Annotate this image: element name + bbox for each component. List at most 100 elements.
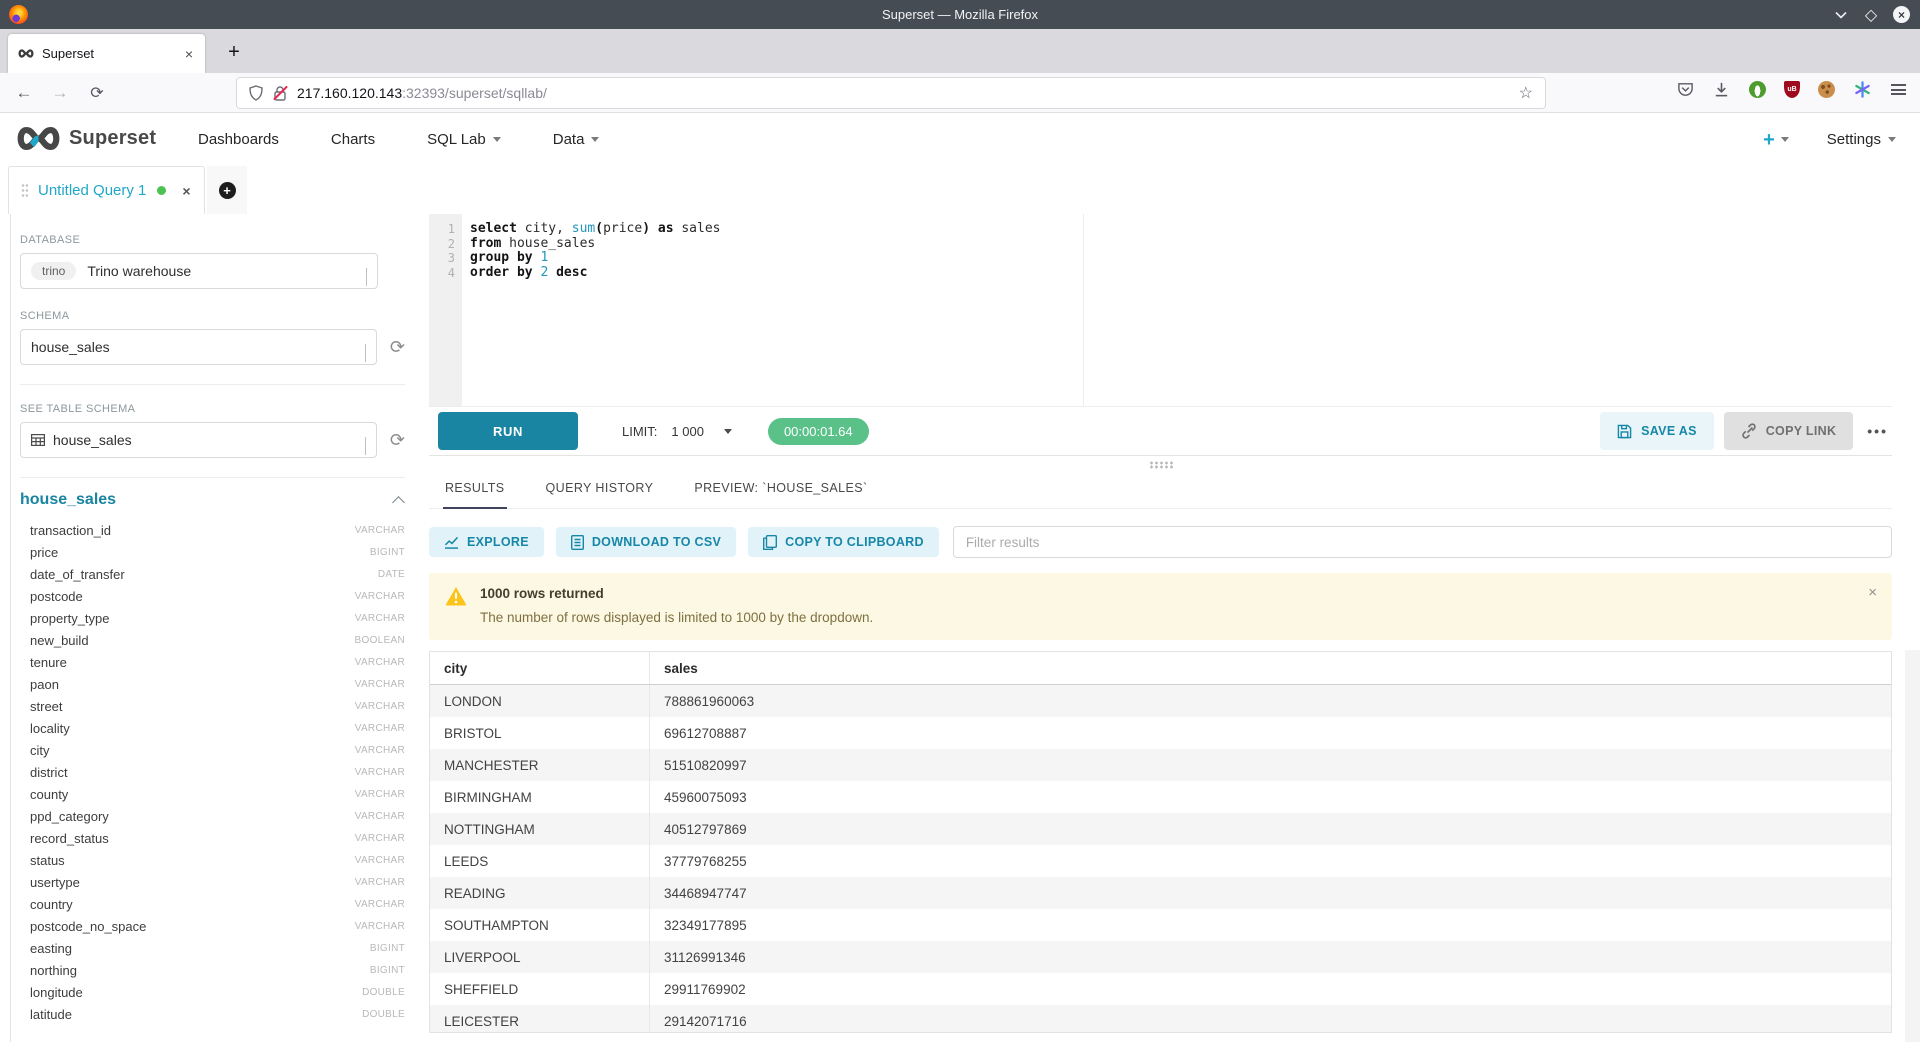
browser-tab[interactable]: Superset × [8, 34, 205, 73]
column-type: DOUBLE [362, 1009, 405, 1020]
copy-link-button[interactable]: COPY LINK [1724, 412, 1854, 450]
table-select[interactable]: house_sales [20, 422, 377, 458]
query-tab-close-icon[interactable]: × [182, 183, 190, 199]
new-tab-button[interactable]: + [219, 37, 249, 67]
query-tab-title: Untitled Query 1 [38, 182, 146, 199]
column-name: price [30, 545, 58, 560]
alert-title: 1000 rows returned [480, 586, 873, 601]
column-type: VARCHAR [355, 745, 405, 756]
line-number: 1 [429, 222, 455, 237]
explore-button[interactable]: EXPLORE [429, 527, 544, 557]
results-scrollbar[interactable] [1905, 650, 1920, 1042]
filter-results-input[interactable] [953, 526, 1892, 558]
shield-icon[interactable] [249, 85, 263, 101]
extension-asterisk-icon[interactable] [1853, 80, 1872, 99]
column-name: new_build [30, 633, 89, 648]
browser-tab-title: Superset [42, 46, 183, 61]
back-button[interactable]: ← [11, 80, 37, 106]
copy-to-clipboard-button[interactable]: COPY TO CLIPBOARD [748, 527, 939, 557]
downloads-icon[interactable] [1712, 80, 1731, 99]
column-header-city[interactable]: city [430, 652, 650, 684]
table-row: READING34468947747 [430, 877, 1891, 909]
forward-button[interactable]: → [47, 80, 73, 106]
insecure-lock-icon[interactable] [273, 85, 287, 101]
code-line: order by 2 desc [470, 266, 1892, 281]
print-margin [1083, 214, 1084, 406]
privacy-badger-icon[interactable] [1748, 80, 1767, 99]
drag-handle-icon[interactable] [21, 183, 28, 198]
column-name: northing [30, 963, 77, 978]
database-label: DATABASE [20, 234, 405, 246]
table-cell: 45960075093 [650, 781, 1891, 813]
column-row: eastingBIGINT [20, 937, 405, 959]
collapse-chevron-icon[interactable] [392, 496, 405, 509]
run-button[interactable]: RUN [438, 412, 578, 450]
column-header-sales[interactable]: sales [650, 652, 1891, 684]
column-name: property_type [30, 611, 110, 626]
bookmark-star-icon[interactable]: ☆ [1519, 83, 1533, 103]
settings-menu[interactable]: Settings [1827, 131, 1896, 148]
add-query-tab[interactable]: + [207, 166, 247, 214]
nav-data[interactable]: Data [553, 131, 600, 148]
url-bar[interactable]: 217.160.120.143:32393/superset/sqllab/ ☆ [237, 78, 1545, 108]
add-query-icon[interactable]: + [219, 182, 236, 199]
pane-divider[interactable] [429, 456, 1892, 473]
tab-preview[interactable]: PREVIEW: `HOUSE_SALES` [692, 473, 869, 508]
nav-sql-lab[interactable]: SQL Lab [427, 131, 501, 148]
table-cell: 34468947747 [650, 877, 1891, 909]
window-minimize-icon[interactable] [1833, 7, 1849, 23]
menu-hamburger-icon[interactable] [1889, 80, 1908, 99]
line-number: 2 [429, 237, 455, 252]
column-name: tenure [30, 655, 67, 670]
table-name-heading[interactable]: house_sales [20, 491, 116, 509]
editor-code[interactable]: select city, sum(price) as salesfrom hou… [462, 214, 1892, 406]
table-cell: 40512797869 [650, 813, 1891, 845]
query-tab[interactable]: Untitled Query 1 × [8, 166, 205, 214]
tab-query-history[interactable]: QUERY HISTORY [544, 473, 656, 508]
table-cell: SHEFFIELD [430, 973, 650, 1005]
column-name: ppd_category [30, 809, 109, 824]
column-row: priceBIGINT [20, 541, 405, 563]
column-type: BOOLEAN [355, 635, 405, 646]
url-path: :32393/superset/sqllab/ [402, 85, 547, 101]
column-type: VARCHAR [355, 833, 405, 844]
ublock-icon[interactable]: uB [1784, 81, 1800, 98]
superset-logo-icon [16, 126, 61, 151]
window-title: Superset — Mozilla Firefox [882, 7, 1038, 22]
column-row: northingBIGINT [20, 959, 405, 981]
more-actions-button[interactable]: ••• [1867, 423, 1888, 439]
refresh-schema-icon[interactable]: ⟳ [390, 338, 405, 356]
schema-select[interactable]: house_sales [20, 329, 377, 365]
nav-charts[interactable]: Charts [331, 131, 375, 148]
column-row: localityVARCHAR [20, 717, 405, 739]
chevron-down-icon [365, 437, 366, 455]
divider [20, 477, 405, 478]
limit-dropdown[interactable]: LIMIT: 1 000 [622, 424, 732, 439]
database-select[interactable]: trino Trino warehouse [20, 253, 378, 289]
refresh-table-icon[interactable]: ⟳ [390, 431, 405, 449]
line-number: 4 [429, 266, 455, 281]
tab-results[interactable]: RESULTS [443, 473, 507, 508]
column-type: VARCHAR [355, 657, 405, 668]
column-row: new_build BOOLEAN [20, 629, 405, 651]
download-csv-button[interactable]: DOWNLOAD TO CSV [556, 527, 736, 557]
column-type: VARCHAR [355, 701, 405, 712]
column-type: VARCHAR [355, 613, 405, 624]
window-maximize-icon[interactable]: ◇ [1863, 7, 1879, 23]
reload-button[interactable]: ⟳ [84, 80, 110, 106]
pocket-icon[interactable] [1676, 80, 1695, 99]
column-row: districtVARCHAR [20, 761, 405, 783]
nav-dashboards[interactable]: Dashboards [198, 131, 279, 148]
table-cell: READING [430, 877, 650, 909]
alert-close-icon[interactable]: × [1868, 585, 1877, 600]
column-type: VARCHAR [355, 591, 405, 602]
save-as-button[interactable]: SAVE AS [1600, 412, 1714, 450]
browser-tab-close-icon[interactable]: × [183, 45, 195, 63]
chevron-down-icon [591, 137, 599, 142]
sql-editor[interactable]: 1234 select city, sum(price) as salesfro… [429, 214, 1892, 407]
column-name: postcode_no_space [30, 919, 146, 934]
table-cell: 788861960063 [650, 685, 1891, 717]
window-close-icon[interactable]: × [1893, 6, 1910, 23]
cookie-extension-icon[interactable] [1817, 80, 1836, 99]
new-item-menu[interactable]: + [1763, 130, 1789, 150]
